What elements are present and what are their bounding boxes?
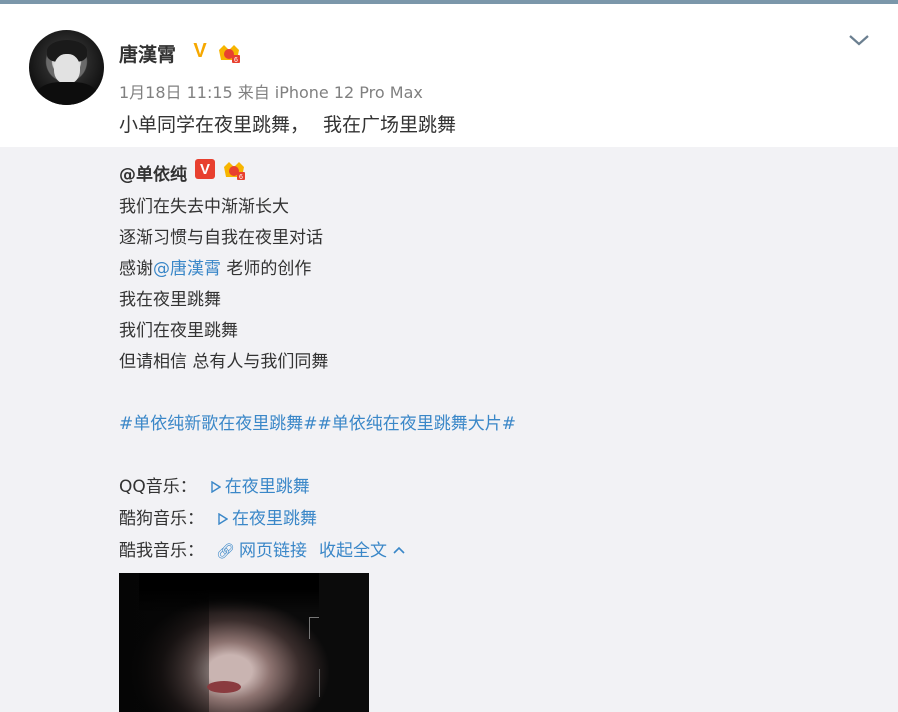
post-text-part2: 我在广场里跳舞 bbox=[323, 114, 457, 136]
source-device: iPhone 12 Pro Max bbox=[274, 83, 423, 102]
chevron-down-icon[interactable] bbox=[848, 32, 870, 48]
play-icon bbox=[211, 477, 221, 497]
link-icon: 🔗︎ bbox=[216, 542, 236, 560]
source-prefix: 来自 bbox=[237, 83, 270, 102]
kugou-music-link[interactable]: 在夜里跳舞 bbox=[232, 509, 317, 529]
avatar-body bbox=[37, 82, 97, 105]
post-date[interactable]: 1月18日 11:15 bbox=[119, 83, 233, 102]
verified-v-icon: V bbox=[193, 39, 207, 62]
kuwo-music-label: 酷我音乐： bbox=[119, 541, 204, 561]
repost-line: 我们在失去中渐渐长大 bbox=[119, 197, 289, 217]
hashtag-links[interactable]: #单依纯新歌在夜里跳舞##单依纯在夜里跳舞大片# bbox=[119, 409, 516, 434]
play-icon bbox=[218, 509, 228, 529]
repost-line: 我们在夜里跳舞 bbox=[119, 321, 238, 341]
svg-text:6: 6 bbox=[234, 57, 238, 64]
avatar-face bbox=[54, 54, 80, 84]
kugou-music-row: 酷狗音乐： 在夜里跳舞 bbox=[119, 504, 317, 529]
post-text: 小单同学在夜里跳舞， 我在广场里跳舞 bbox=[119, 110, 470, 137]
photo-lips bbox=[207, 681, 241, 693]
kuwo-music-row: 酷我音乐： 🔗︎ 网页链接 收起全文 bbox=[119, 536, 405, 561]
author-name[interactable]: 唐漢霄 bbox=[119, 40, 176, 67]
svg-text:6: 6 bbox=[239, 174, 243, 181]
kugou-music-label: 酷狗音乐： bbox=[119, 509, 204, 529]
kuwo-web-link[interactable]: 网页链接 bbox=[239, 541, 307, 561]
repost-author[interactable]: @单依纯 bbox=[119, 160, 187, 185]
qq-music-link[interactable]: 在夜里跳舞 bbox=[225, 477, 310, 497]
vip-crown-icon[interactable]: 6 bbox=[222, 159, 246, 181]
collapse-label: 收起全文 bbox=[319, 541, 388, 561]
photo-graphic-mark bbox=[319, 669, 343, 697]
repost-image[interactable] bbox=[119, 573, 369, 712]
verified-v-icon: V bbox=[195, 159, 215, 179]
post-meta: 1月18日 11:15 来自 iPhone 12 Pro Max bbox=[119, 79, 428, 103]
photo-hair-top bbox=[139, 573, 319, 613]
vip-crown-icon[interactable]: 6 bbox=[217, 42, 241, 64]
photo-graphic-mark bbox=[309, 617, 319, 639]
qq-music-label: QQ音乐： bbox=[119, 477, 197, 497]
thanks-suffix: 老师的创作 bbox=[221, 259, 312, 279]
repost-line: 但请相信 总有人与我们同舞 bbox=[119, 352, 329, 372]
avatar[interactable] bbox=[29, 30, 104, 105]
repost-line: 我在夜里跳舞 bbox=[119, 290, 221, 310]
chevron-up-icon bbox=[393, 546, 405, 554]
mention-link[interactable]: @唐漢霄 bbox=[153, 259, 221, 279]
thanks-prefix: 感谢 bbox=[119, 259, 153, 279]
repost-thanks-line: 感谢@唐漢霄 老师的创作 bbox=[119, 254, 311, 279]
collapse-button[interactable]: 收起全文 bbox=[319, 541, 405, 561]
repost-line: 逐渐习惯与自我在夜里对话 bbox=[119, 228, 323, 248]
post-text-part1: 小单同学在夜里跳舞， bbox=[119, 114, 310, 136]
qq-music-row: QQ音乐： 在夜里跳舞 bbox=[119, 472, 310, 497]
